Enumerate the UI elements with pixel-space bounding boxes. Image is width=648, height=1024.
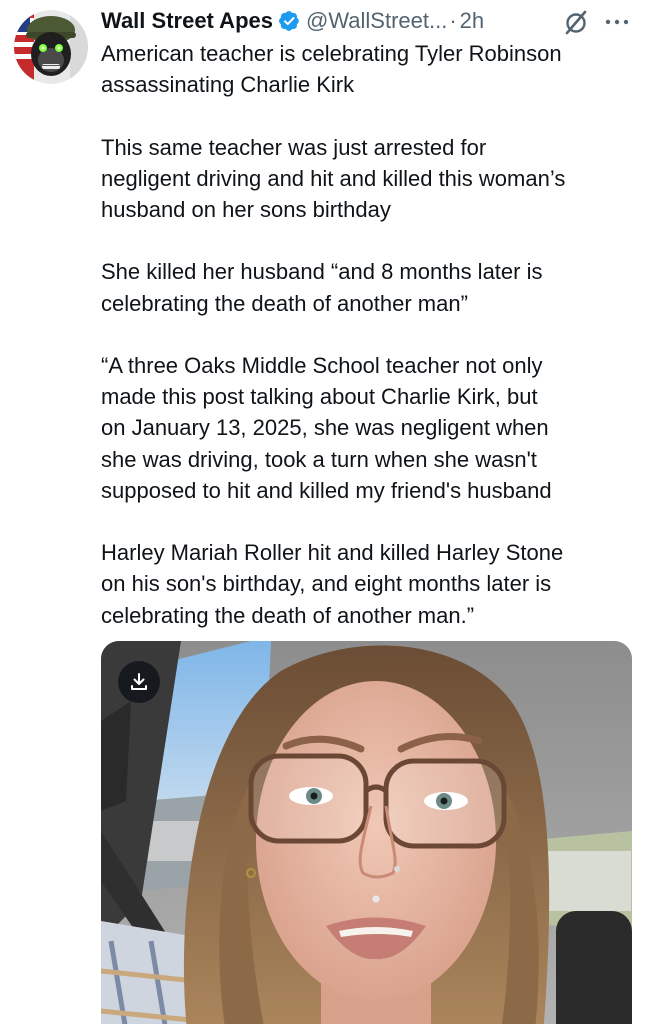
verified-badge-icon: [278, 10, 300, 32]
video-media[interactable]: [101, 641, 632, 1024]
text-line: American teacher is celebrating Tyler Ro…: [101, 41, 562, 66]
text-line: assassinating Charlie Kirk: [101, 72, 355, 98]
text-line: husband on her sons birthday: [101, 197, 391, 222]
text-line: Harley Mariah Roller hit and killed Harl…: [101, 540, 564, 566]
tweet: Wall Street Apes @WallStreet... · 2h Ame…: [0, 0, 648, 1024]
tweet-paragraph: “A three Oaks Middle School teacher not …: [101, 350, 633, 506]
author-handle[interactable]: @WallStreet...: [306, 4, 447, 38]
tweet-paragraph: She killed her husband “and 8 months lat…: [101, 256, 633, 318]
text-line: She killed her husband “and 8 months lat…: [101, 259, 543, 285]
video-still-image: [101, 641, 632, 1024]
tweet-text: American teacher is celebrating Tyler Ro…: [101, 38, 633, 631]
grok-slash-circle-icon: [565, 10, 587, 35]
text-line: supposed to hit and killed my friend's h…: [101, 477, 552, 503]
more-dots-icon: [605, 19, 629, 25]
download-icon: [131, 673, 147, 690]
tweet-paragraph: This same teacher was just arrested for …: [101, 132, 633, 226]
text-line: on his son's birthday, and eight months …: [101, 571, 552, 597]
text-line: “A three Oaks Middle School teacher not …: [101, 352, 543, 378]
text-line: she was driving, took a turn when she wa…: [101, 446, 537, 472]
text-line: celebrating the death of another man.”: [101, 602, 475, 628]
avatar[interactable]: [14, 10, 88, 84]
tweet-paragraph: Harley Mariah Roller hit and killed Harl…: [101, 537, 633, 631]
text-line: made this post talking about Charlie Kir…: [101, 384, 538, 410]
tweet-header: Wall Street Apes @WallStreet... · 2h: [101, 4, 634, 38]
tweet-paragraph: American teacher is celebrating Tyler Ro…: [101, 38, 633, 100]
text-line: This same teacher was just arrested for: [101, 134, 487, 160]
meta-separator: ·: [449, 8, 457, 33]
gorilla-helmet-avatar-icon: [14, 10, 88, 84]
author-display-name[interactable]: Wall Street Apes: [101, 4, 273, 38]
text-line: on January 13, 2025, she was negligent w…: [101, 415, 549, 441]
tweet-timestamp[interactable]: 2h: [460, 4, 484, 38]
download-button[interactable]: [118, 661, 160, 703]
text-line: negligent driving and hit and killed thi…: [101, 165, 566, 191]
grok-button[interactable]: [562, 8, 590, 36]
text-line: celebrating the death of another man”: [101, 290, 468, 316]
more-options-button[interactable]: [602, 8, 632, 36]
